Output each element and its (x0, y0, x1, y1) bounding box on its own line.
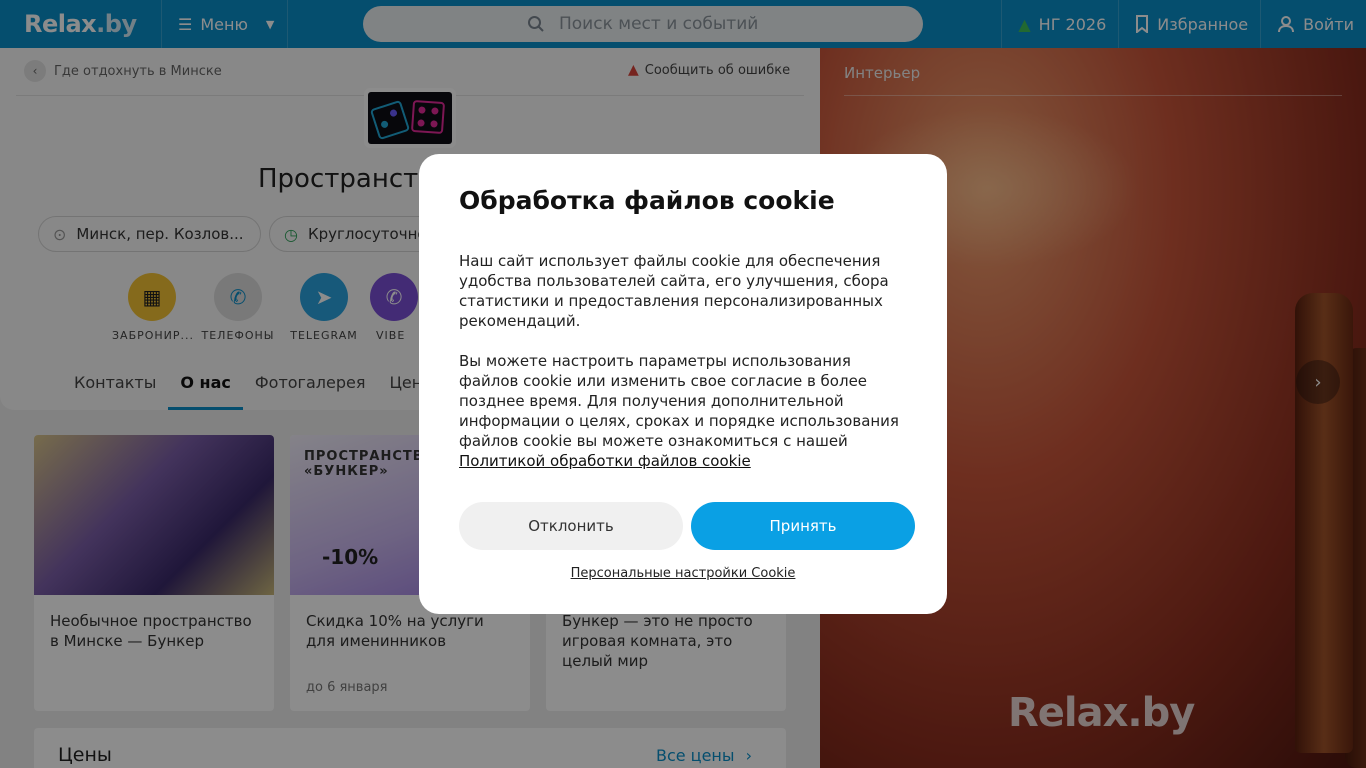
cookie-modal: Обработка файлов cookie Наш сайт использ… (419, 154, 947, 614)
cookie-buttons: Отклонить Принять (459, 502, 915, 550)
cookie-paragraph-2-text: Вы можете настроить параметры использова… (459, 352, 899, 450)
cookie-paragraph-1: Наш сайт использует файлы cookie для обе… (459, 252, 889, 330)
cookie-settings-link[interactable]: Персональные настройки Cookie (419, 566, 947, 581)
accept-button[interactable]: Принять (691, 502, 915, 550)
cookie-modal-title: Обработка файлов cookie (459, 186, 835, 215)
cookie-policy-link[interactable]: Политикой обработки файлов cookie (459, 452, 751, 470)
decline-button[interactable]: Отклонить (459, 502, 683, 550)
cookie-paragraph-2: Вы можете настроить параметры использова… (459, 351, 907, 471)
